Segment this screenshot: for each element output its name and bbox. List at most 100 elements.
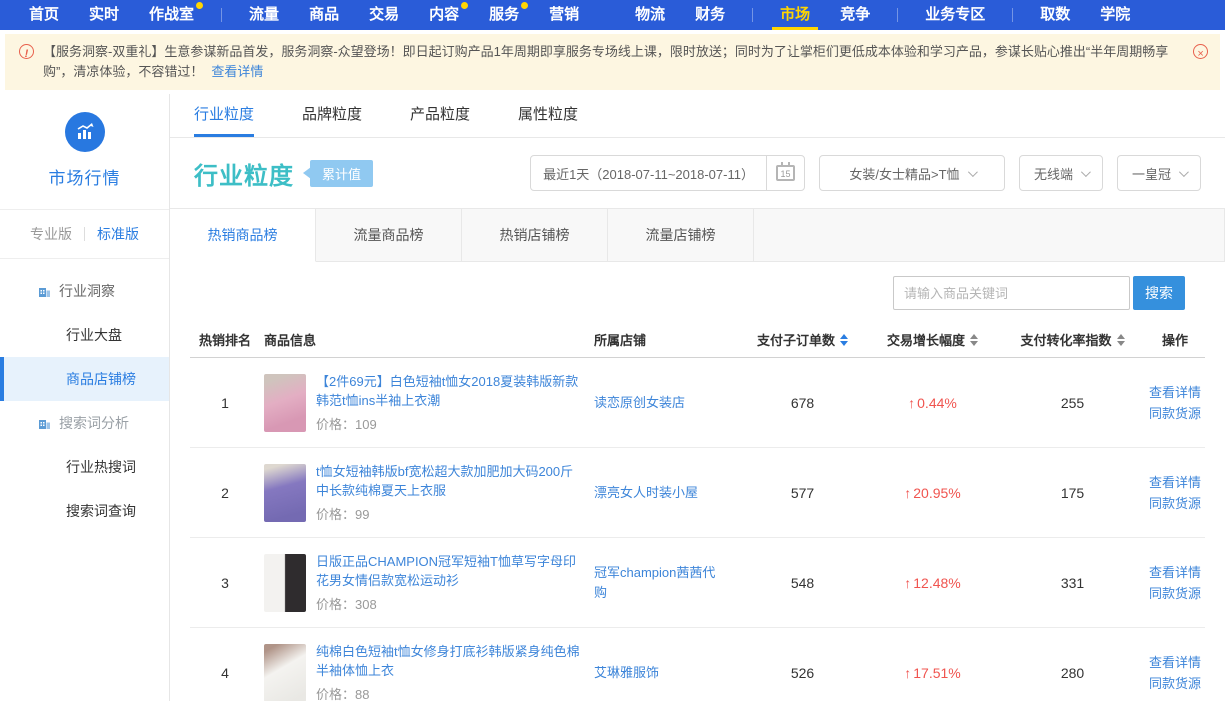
tab-product-granularity[interactable]: 产品粒度 xyxy=(410,94,470,137)
same-source-link[interactable]: 同款货源 xyxy=(1149,493,1201,514)
product-title-link[interactable]: 纯棉白色短袖t恤女修身打底衫韩版紧身纯色棉半袖体恤上衣 xyxy=(316,642,586,680)
shop-link[interactable]: 冠军champion茜茜代购 xyxy=(590,563,740,603)
product-price: 价格：88 xyxy=(316,684,586,701)
growth-value: 17.51% xyxy=(913,665,960,681)
subtab-hot-products[interactable]: 热销商品榜 xyxy=(170,209,316,262)
nav-item-market[interactable]: 市场 xyxy=(774,0,816,30)
product-image[interactable] xyxy=(264,554,306,612)
header-conversion[interactable]: 支付转化率指数 xyxy=(1000,330,1145,349)
sidebar-group-industry-insight[interactable]: 行业洞察 xyxy=(0,269,169,313)
sidebar-group-search-words[interactable]: 搜索词分析 xyxy=(0,401,169,445)
same-source-link[interactable]: 同款货源 xyxy=(1149,403,1201,424)
sidebar-item-product-shop-rank[interactable]: 商品店铺榜 xyxy=(0,357,169,401)
cumulative-badge: 累计值 xyxy=(310,160,373,187)
conversion-value: 331 xyxy=(1000,575,1145,591)
terminal-dropdown[interactable]: 无线端 xyxy=(1019,155,1103,191)
orders-value: 526 xyxy=(740,665,865,681)
subtab-filler xyxy=(754,209,1225,262)
view-detail-link[interactable]: 查看详情 xyxy=(1149,382,1201,403)
sort-icon[interactable] xyxy=(970,334,978,346)
view-detail-link[interactable]: 查看详情 xyxy=(1149,652,1201,673)
shop-link[interactable]: 读恋原创女装店 xyxy=(590,393,740,413)
sidebar-header: 市场行情 xyxy=(0,94,169,210)
rank-value: 3 xyxy=(190,575,260,591)
product-image[interactable] xyxy=(264,644,306,701)
nav-item-warroom[interactable]: 作战室 xyxy=(143,0,200,30)
shop-level-dropdown[interactable]: 一皇冠 xyxy=(1117,155,1201,191)
calendar-button[interactable]: 15 xyxy=(766,155,804,191)
version-standard[interactable]: 标准版 xyxy=(85,224,151,244)
view-detail-link[interactable]: 查看详情 xyxy=(1149,472,1201,493)
search-button[interactable]: 搜索 xyxy=(1133,276,1185,310)
header-product: 商品信息 xyxy=(260,330,590,349)
tab-industry-granularity[interactable]: 行业粒度 xyxy=(194,94,254,137)
sidebar-item-word-query[interactable]: 搜索词查询 xyxy=(0,489,169,533)
product-image[interactable] xyxy=(264,374,306,432)
sidebar-item-hot-words[interactable]: 行业热搜词 xyxy=(0,445,169,489)
same-source-link[interactable]: 同款货源 xyxy=(1149,673,1201,694)
date-range-picker[interactable]: 最近1天（2018-07-11~2018-07-11） 15 xyxy=(530,155,805,191)
nav-divider xyxy=(221,8,222,22)
product-title-link[interactable]: 日版正品CHAMPION冠军短袖T恤草写字母印花男女情侣款宽松运动衫 xyxy=(316,552,586,590)
growth-value: 20.95% xyxy=(913,485,960,501)
nav-item-data-fetch[interactable]: 取数 xyxy=(1034,0,1076,30)
header-actions: 操作 xyxy=(1145,330,1205,349)
version-pro[interactable]: 专业版 xyxy=(18,224,84,244)
notification-dot xyxy=(461,2,468,9)
nav-item-traffic[interactable]: 流量 xyxy=(243,0,285,30)
nav-item-trade[interactable]: 交易 xyxy=(363,0,405,30)
page-title: 行业粒度 xyxy=(194,156,294,191)
table-row: 1 【2件69元】白色短袖t恤女2018夏装韩版新款韩范t恤ins半袖上衣潮 价… xyxy=(190,358,1205,448)
nav-item-home[interactable]: 首页 xyxy=(23,0,65,30)
close-icon[interactable] xyxy=(1193,44,1208,59)
nav-item-service[interactable]: 服务 xyxy=(483,0,525,30)
search-input[interactable] xyxy=(893,276,1130,310)
chevron-down-icon xyxy=(968,167,978,177)
product-price: 价格：308 xyxy=(316,594,586,613)
category-dropdown[interactable]: 女装/女士精品>T恤 xyxy=(819,155,1005,191)
title-row: 行业粒度 累计值 最近1天（2018-07-11~2018-07-11） 15 … xyxy=(170,138,1225,209)
search-row: 搜索 xyxy=(170,262,1225,322)
subtab-hot-shops[interactable]: 热销店铺榜 xyxy=(462,209,608,262)
sort-icon[interactable] xyxy=(1117,334,1125,346)
product-title-link[interactable]: t恤女短袖韩版bf宽松超大款加肥加大码200斤中长款纯棉夏天上衣服 xyxy=(316,462,586,500)
header-growth[interactable]: 交易增长幅度 xyxy=(865,330,1000,349)
conversion-value: 280 xyxy=(1000,665,1145,681)
tab-brand-granularity[interactable]: 品牌粒度 xyxy=(302,94,362,137)
building-icon xyxy=(38,417,51,430)
chevron-down-icon xyxy=(1179,167,1189,177)
view-detail-link[interactable]: 查看详情 xyxy=(1149,562,1201,583)
product-price: 价格：109 xyxy=(316,414,586,433)
sidebar-menu: 行业洞察 行业大盘 商品店铺榜 搜索词分析 行业热搜词 搜索词查询 xyxy=(0,259,169,533)
nav-divider xyxy=(897,8,898,22)
nav-item-competition[interactable]: 竞争 xyxy=(834,0,876,30)
up-arrow-icon: ↑ xyxy=(904,575,911,591)
nav-item-logistics[interactable]: 物流 xyxy=(629,0,671,30)
shop-link[interactable]: 漂亮女人时装小屋 xyxy=(590,483,740,503)
product-image[interactable] xyxy=(264,464,306,522)
calendar-icon: 15 xyxy=(776,165,795,181)
subtab-traffic-products[interactable]: 流量商品榜 xyxy=(316,209,462,262)
nav-item-academy[interactable]: 学院 xyxy=(1094,0,1136,30)
nav-item-content[interactable]: 内容 xyxy=(423,0,465,30)
notification-dot xyxy=(196,2,203,9)
nav-item-marketing[interactable]: 营销 xyxy=(543,0,585,30)
notification-dot xyxy=(521,2,528,9)
sort-icon[interactable] xyxy=(840,334,848,346)
nav-item-realtime[interactable]: 实时 xyxy=(83,0,125,30)
rank-value: 4 xyxy=(190,665,260,681)
growth-value: 12.48% xyxy=(913,575,960,591)
nav-item-products[interactable]: 商品 xyxy=(303,0,345,30)
header-orders[interactable]: 支付子订单数 xyxy=(740,330,865,349)
shop-link[interactable]: 艾琳雅服饰 xyxy=(590,663,740,683)
tab-attribute-granularity[interactable]: 属性粒度 xyxy=(518,94,578,137)
notice-detail-link[interactable]: 查看详情 xyxy=(211,64,263,79)
sidebar-item-industry-market[interactable]: 行业大盘 xyxy=(0,313,169,357)
top-nav: 首页 实时 作战室 流量 商品 交易 内容 服务 营销 物流 财务 市场 竞争 … xyxy=(0,0,1225,30)
sidebar: 市场行情 专业版 标准版 行业洞察 行业大盘 商品店铺榜 xyxy=(0,94,170,701)
product-title-link[interactable]: 【2件69元】白色短袖t恤女2018夏装韩版新款韩范t恤ins半袖上衣潮 xyxy=(316,372,586,410)
subtab-traffic-shops[interactable]: 流量店铺榜 xyxy=(608,209,754,262)
nav-item-business-zone[interactable]: 业务专区 xyxy=(919,0,991,30)
same-source-link[interactable]: 同款货源 xyxy=(1149,583,1201,604)
nav-item-finance[interactable]: 财务 xyxy=(689,0,731,30)
